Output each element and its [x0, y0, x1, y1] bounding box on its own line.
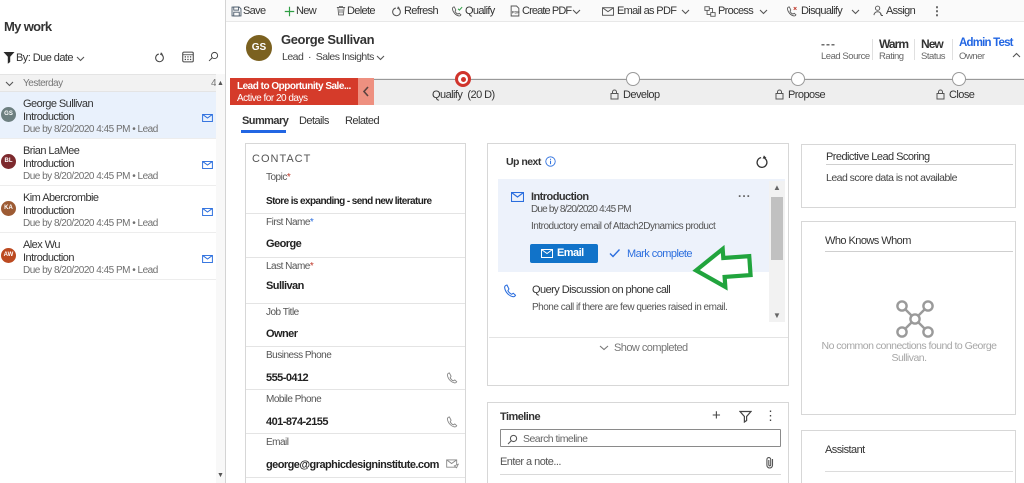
svg-text:PDF: PDF [512, 11, 520, 15]
